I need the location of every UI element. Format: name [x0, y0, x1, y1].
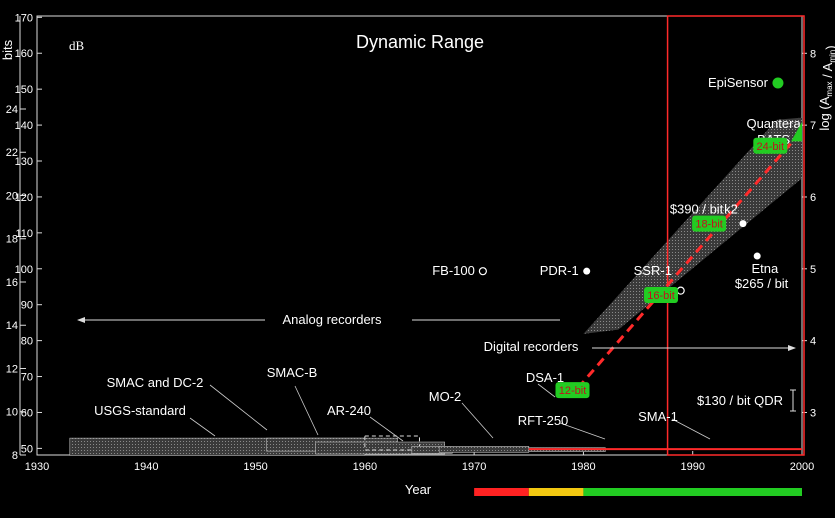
quantera-label: Quantera	[746, 116, 801, 131]
qdr-label: $130 / bit QDR	[697, 393, 783, 408]
chart-title: Dynamic Range	[356, 32, 484, 52]
dynamic-range-chart: Dynamic Range 1930 1940 1950 1960 1970 1980 199…	[0, 12, 835, 497]
db-tick-label: 170	[15, 12, 33, 24]
log-axis-label-part: log (A	[817, 96, 832, 130]
annotation-leader	[294, 385, 319, 436]
annotation-leader	[537, 383, 556, 398]
x-tick-label: 1930	[25, 461, 49, 473]
db-tick-label: 150	[15, 84, 33, 96]
bit-badge-label: 24-bit	[757, 141, 785, 153]
pdr1-label: PDR-1	[540, 263, 579, 278]
bits-axis-label: bits	[0, 39, 15, 60]
db-tick-label: 160	[15, 48, 33, 60]
log-axis-label-part: )	[823, 45, 835, 49]
price390-label: $390 / bit	[670, 202, 724, 217]
db-tick-label: 90	[21, 300, 33, 312]
db-tick-label: 60	[21, 407, 33, 419]
log-axis-label: log (Amax / Amin)	[817, 45, 835, 130]
ssr1-label: SSR-1	[634, 263, 672, 278]
db-tick-label: 130	[15, 156, 33, 168]
bit-badge-label: 12-bit	[559, 385, 587, 397]
fb100-label: FB-100	[432, 263, 475, 278]
db-tick-label: 110	[15, 228, 33, 240]
db-tick-label: 120	[15, 192, 33, 204]
x-tick-label: 1980	[571, 461, 595, 473]
x-tick-label: 1990	[680, 461, 704, 473]
smacb-label: SMAC-B	[267, 365, 318, 380]
bits-tick-label: 16	[6, 277, 18, 289]
episensor-label: EpiSensor	[708, 75, 769, 90]
mo2-label: MO-2	[429, 389, 462, 404]
bits-trend-line	[576, 129, 804, 389]
x-tick-label: 1970	[462, 461, 486, 473]
period-bar-segment	[474, 488, 529, 496]
log-tick-label: 4	[810, 336, 816, 348]
mo2-bar	[438, 446, 530, 453]
pdr-1-point	[583, 267, 591, 275]
annotation-leader	[369, 416, 404, 442]
db-axis-label: dB	[69, 38, 85, 53]
log-axis-label-part: / A	[820, 62, 835, 81]
annotation-leader	[461, 402, 494, 439]
x-tick-label: 1950	[243, 461, 267, 473]
usgs-label: USGS-standard	[94, 403, 186, 418]
log-axis-label-part: max	[825, 81, 834, 96]
db-tick-label: 100	[15, 264, 33, 276]
x-tick-label: 2000	[790, 461, 814, 473]
log-tick-label: 5	[810, 264, 816, 276]
x-axis-label: Year	[405, 482, 432, 497]
etna-point	[753, 252, 761, 260]
bits-tick-label: 12	[6, 363, 18, 375]
ar240-label: AR-240	[327, 403, 371, 418]
log-tick-label: 6	[810, 192, 816, 204]
sma1-label: SMA-1	[638, 409, 678, 424]
bits-tick-label: 14	[6, 320, 18, 332]
db-tick-label: 50	[21, 443, 33, 455]
period-bar-segment	[528, 488, 584, 496]
analog-label: Analog recorders	[283, 312, 382, 327]
bit-badge-label: 16-bit	[647, 290, 675, 302]
log-tick-label: 7	[810, 120, 816, 132]
bits-tick-label: 24	[6, 104, 18, 116]
episensor-point	[772, 77, 784, 89]
bits-tick-label: 8	[12, 450, 18, 462]
qdr-range-bracket	[790, 389, 796, 412]
db-tick-label: 140	[15, 120, 33, 132]
k2-point	[739, 220, 747, 228]
db-tick-label: 70	[21, 372, 33, 384]
log-axis-label-part: min	[828, 50, 835, 63]
bits-tick-label: 10	[6, 407, 18, 419]
x-tick-label: 1960	[353, 461, 377, 473]
annotation-leader	[209, 384, 268, 431]
k2-label: k2	[724, 202, 738, 217]
period-bar-segment	[583, 488, 802, 496]
price265-label: $265 / bit	[735, 276, 789, 291]
ssr-1-point	[676, 286, 685, 295]
rft250-label: RFT-250	[518, 413, 569, 428]
bit-badge-label: 18-bit	[695, 219, 723, 231]
annotation-leader	[189, 417, 216, 437]
smac-dc2-label: SMAC and DC-2	[107, 375, 204, 390]
digital-label: Digital recorders	[484, 339, 579, 354]
x-tick-label: 1940	[134, 461, 158, 473]
log-tick-label: 8	[810, 48, 816, 60]
etna-label: Etna	[751, 261, 779, 276]
db-tick-label: 80	[21, 336, 33, 348]
fb-100-point	[478, 267, 487, 276]
log-tick-label: 3	[810, 407, 816, 419]
